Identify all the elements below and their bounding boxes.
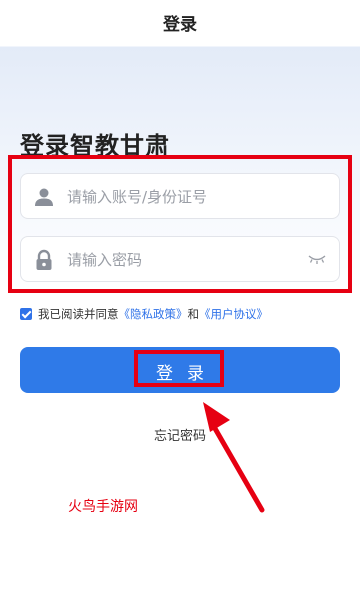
agreement-and: 和 <box>187 307 200 321</box>
account-field[interactable] <box>20 173 340 220</box>
agreement-prefix: 我已阅读并同意 <box>38 307 119 321</box>
nav-title: 登录 <box>163 15 197 35</box>
password-field[interactable] <box>20 236 340 283</box>
user-agreement-link[interactable]: 《用户协议》 <box>199 306 268 322</box>
user-icon <box>35 188 53 206</box>
agreement-row: 我已阅读并同意 《隐私政策》 和 《用户协议》 <box>20 306 268 322</box>
eye-closed-icon[interactable] <box>307 253 327 265</box>
forgot-password-link[interactable]: 忘记密码 <box>0 425 360 444</box>
password-input[interactable] <box>65 237 319 283</box>
privacy-policy-link[interactable]: 《隐私政策》 <box>119 306 188 322</box>
account-input[interactable] <box>65 174 319 220</box>
agreement-checkbox[interactable] <box>20 308 32 320</box>
lock-icon <box>36 249 52 270</box>
annotation-box-login <box>134 350 224 387</box>
watermark: 火鸟手游网 <box>68 499 138 515</box>
